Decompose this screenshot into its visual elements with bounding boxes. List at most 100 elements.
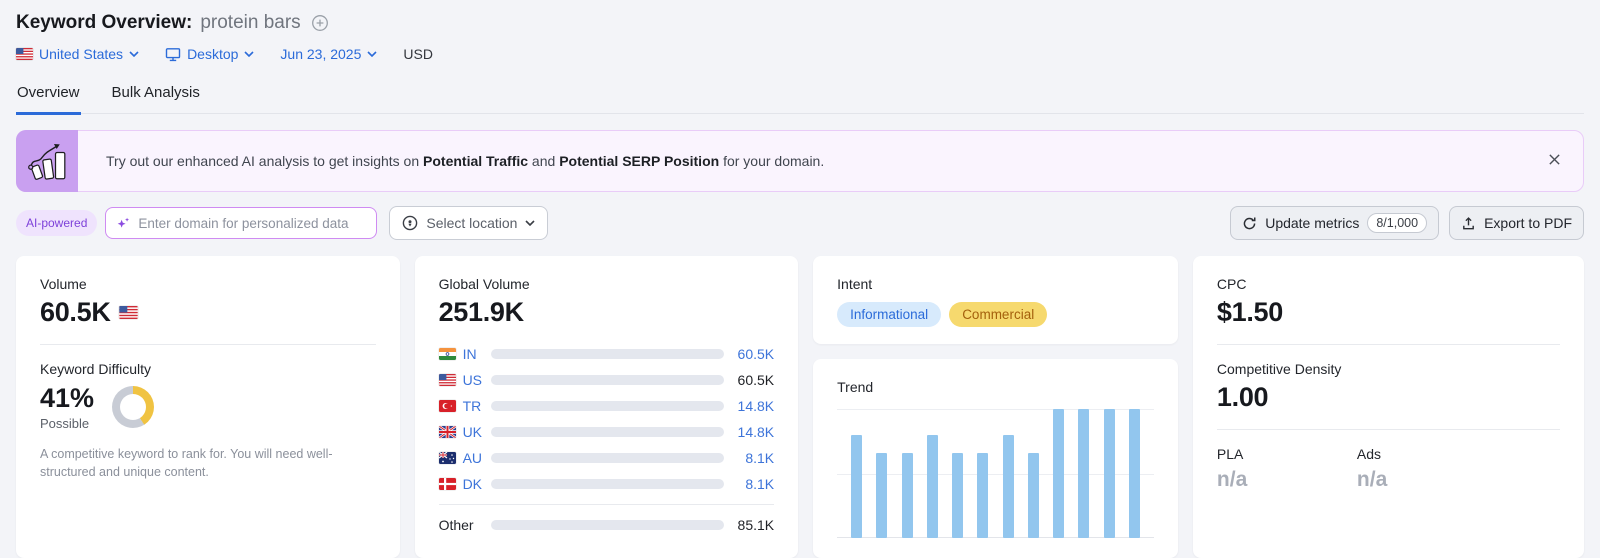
trend-chart: [837, 409, 1154, 538]
global-volume-value: 251.9K: [439, 297, 775, 328]
trend-bar: [952, 453, 963, 538]
location-select[interactable]: Select location: [389, 206, 548, 240]
intent-label: Intent: [837, 276, 1154, 292]
us-flag-icon: [439, 374, 456, 386]
page-header: Keyword Overview: protein bars: [16, 12, 1584, 34]
cpc-value: $1.50: [1217, 297, 1560, 328]
kd-label: Keyword Difficulty: [40, 361, 376, 377]
table-row-other: Other 85.1K: [439, 512, 775, 538]
trend-bar: [1129, 409, 1140, 538]
intent-badges: Informational Commercial: [837, 302, 1154, 327]
other-label: Other: [439, 517, 491, 533]
country-filter[interactable]: United States: [16, 46, 139, 62]
country-code: UK: [463, 424, 482, 440]
update-metrics-button[interactable]: Update metrics 8/1,000: [1230, 206, 1439, 240]
trend-bar: [876, 453, 887, 538]
quota-badge: 8/1,000: [1367, 213, 1427, 233]
country-volume-value: 60.5K: [724, 372, 774, 388]
uk-flag-icon: [439, 426, 456, 438]
country-volume-link[interactable]: 14.8K: [724, 424, 774, 440]
domain-input[interactable]: [138, 216, 366, 231]
global-volume-card: Global Volume 251.9K IN 60.5K US 60.5K: [415, 256, 799, 558]
currency-label: USD: [403, 46, 433, 62]
pla-label: PLA: [1217, 446, 1357, 462]
dk-flag-icon: [439, 478, 456, 490]
trend-chart-bars: [837, 409, 1154, 538]
intent-badge-commercial[interactable]: Commercial: [949, 302, 1047, 327]
export-pdf-button[interactable]: Export to PDF: [1449, 206, 1584, 240]
refresh-icon: [1242, 216, 1257, 231]
country-link-dk[interactable]: DK: [439, 476, 491, 492]
controls-bar: AI-powered Select location Update metric…: [16, 206, 1584, 240]
tab-bulk-analysis[interactable]: Bulk Analysis: [111, 78, 201, 113]
close-icon[interactable]: [1548, 153, 1561, 166]
ads-label: Ads: [1357, 446, 1560, 462]
ai-promo-banner: Try out our enhanced AI analysis to get …: [16, 130, 1584, 192]
intent-card: Intent Informational Commercial: [813, 256, 1178, 344]
volume-bar: [491, 427, 725, 437]
banner-bold-potential-traffic: Potential Traffic: [423, 153, 528, 169]
intent-badge-informational[interactable]: Informational: [837, 302, 941, 327]
page-title: Keyword Overview:: [16, 12, 192, 34]
kd-donut: [112, 386, 154, 428]
export-pdf-label: Export to PDF: [1484, 215, 1572, 231]
update-metrics-label: Update metrics: [1265, 215, 1359, 231]
other-volume-value: 85.1K: [724, 517, 774, 533]
volume-bar: [491, 479, 725, 489]
ads-value: n/a: [1357, 468, 1560, 492]
chevron-down-icon: [367, 51, 377, 57]
country-volume-link[interactable]: 14.8K: [724, 398, 774, 414]
banner-text-suffix: for your domain.: [719, 153, 824, 169]
table-row: UK 14.8K: [439, 419, 775, 445]
country-volume-link[interactable]: 8.1K: [724, 476, 774, 492]
volume-value-row: 60.5K: [40, 297, 376, 328]
competitive-density-value: 1.00: [1217, 382, 1560, 413]
country-volume-link[interactable]: 8.1K: [724, 450, 774, 466]
trend-bar: [1078, 409, 1089, 538]
tab-overview[interactable]: Overview: [16, 78, 81, 115]
volume-card: Volume 60.5K Keyword Difficulty 41% Poss…: [16, 256, 400, 558]
country-link-us[interactable]: US: [439, 372, 491, 388]
add-keyword-icon[interactable]: [311, 14, 329, 32]
pla-value: n/a: [1217, 468, 1357, 492]
date-filter[interactable]: Jun 23, 2025: [280, 46, 377, 62]
device-filter[interactable]: Desktop: [165, 46, 254, 62]
trend-card: Trend: [813, 359, 1178, 558]
banner-bold-serp-position: Potential SERP Position: [559, 153, 719, 169]
pla-ads-row: PLA n/a Ads n/a: [1217, 446, 1560, 492]
country-link-in[interactable]: IN: [439, 346, 491, 362]
table-row: TR 14.8K: [439, 393, 775, 419]
country-link-au[interactable]: AU: [439, 450, 491, 466]
global-volume-label: Global Volume: [439, 276, 775, 292]
growth-chart-illustration-icon: [16, 130, 78, 192]
kd-percent: 41%: [40, 383, 94, 414]
table-row: AU 8.1K: [439, 445, 775, 471]
competitive-density-label: Competitive Density: [1217, 361, 1560, 377]
domain-input-wrapper: [105, 207, 377, 239]
keyword-text: protein bars: [200, 12, 300, 34]
au-flag-icon: [439, 452, 456, 464]
kd-level: Possible: [40, 416, 94, 431]
chevron-down-icon: [244, 51, 254, 57]
tab-bar: Overview Bulk Analysis: [16, 78, 1584, 114]
global-volume-rows: IN 60.5K US 60.5K TR 14.8K: [439, 341, 775, 538]
country-code: TR: [463, 398, 482, 414]
keyword-overview-page: Keyword Overview: protein bars United St…: [0, 0, 1600, 537]
metric-cards: Volume 60.5K Keyword Difficulty 41% Poss…: [16, 256, 1584, 537]
export-icon: [1461, 216, 1476, 231]
us-flag-icon: [16, 48, 33, 60]
country-link-uk[interactable]: UK: [439, 424, 491, 440]
trend-bar: [1028, 453, 1039, 538]
pla-block: PLA n/a: [1217, 446, 1357, 492]
country-link-tr[interactable]: TR: [439, 398, 491, 414]
intent-trend-column: Intent Informational Commercial Trend: [813, 256, 1178, 558]
trend-bar: [1053, 409, 1064, 538]
trend-bar: [927, 435, 938, 538]
us-flag-icon: [119, 306, 138, 319]
device-filter-label: Desktop: [187, 46, 238, 62]
table-row: IN 60.5K: [439, 341, 775, 367]
country-code: AU: [463, 450, 482, 466]
filter-bar: United States Desktop Jun 23, 2025 USD: [16, 46, 1584, 62]
trend-bar: [1003, 435, 1014, 538]
country-volume-link[interactable]: 60.5K: [724, 346, 774, 362]
